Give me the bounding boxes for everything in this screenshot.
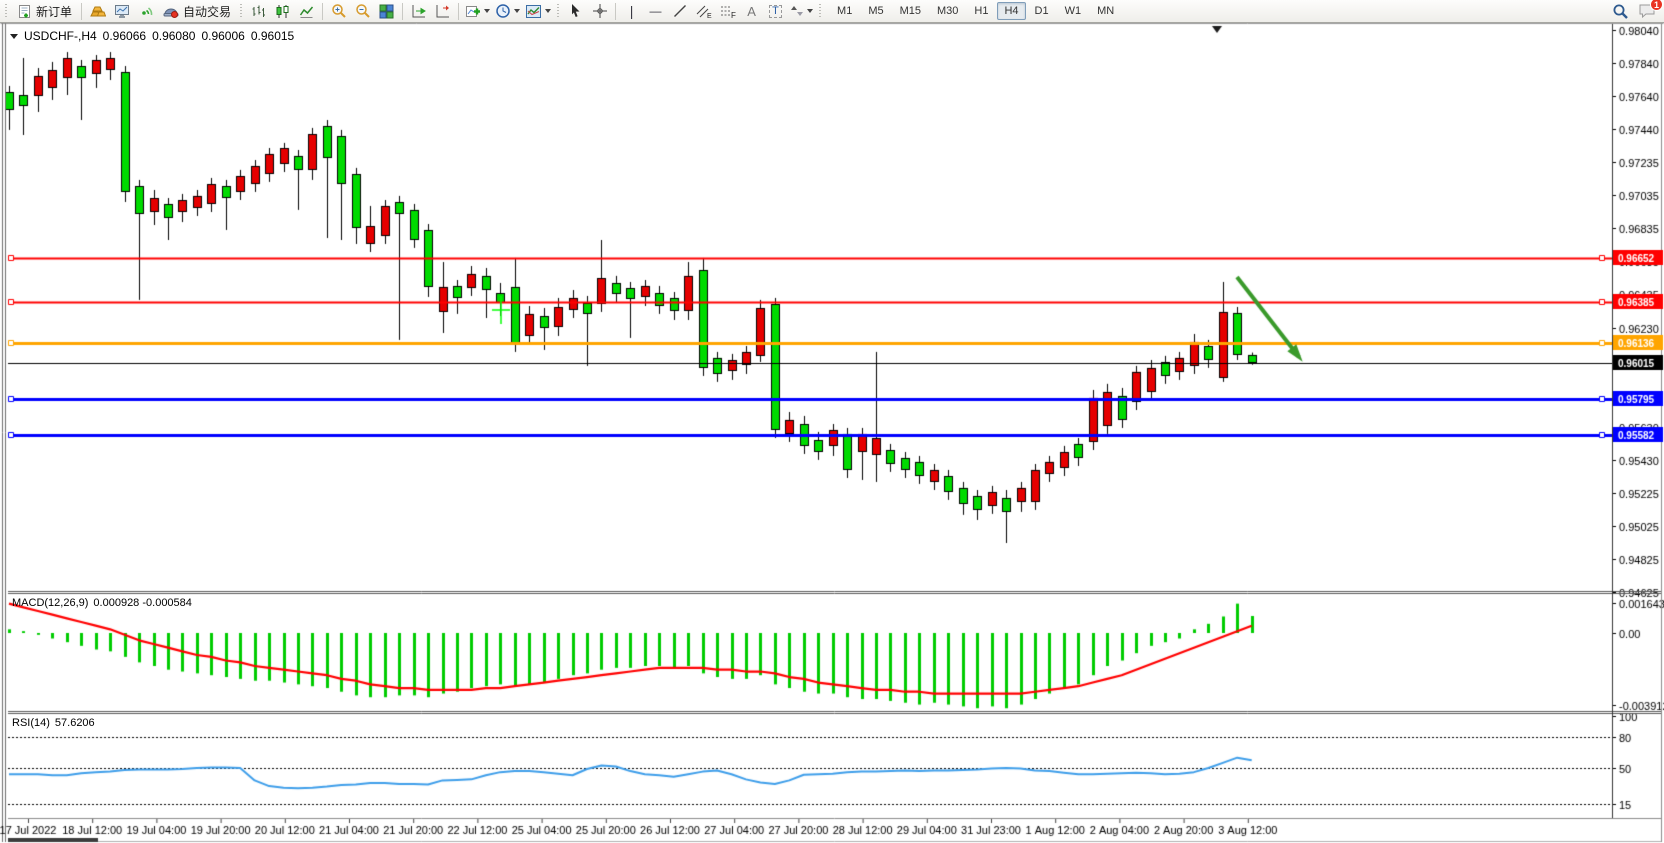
chart-line-button[interactable]: [295, 1, 318, 21]
periods-button[interactable]: [493, 1, 522, 21]
chevron-down-icon: [807, 9, 813, 13]
vertical-line-button[interactable]: |: [620, 1, 643, 21]
tab-timeframe-d1[interactable]: D1: [1028, 2, 1056, 20]
new-order-label: 新订单: [36, 3, 72, 20]
rsi-indicator-label: RSI(14) 57.6206: [12, 717, 95, 729]
fibonacci-icon: F: [720, 4, 736, 19]
separator: [322, 3, 323, 20]
trendline-icon: [673, 4, 687, 18]
chart-canvas[interactable]: [0, 0, 1664, 843]
zoom-out-icon: [355, 3, 371, 19]
arrows-icon: [790, 4, 804, 18]
text-icon: A: [747, 5, 756, 18]
toolbar: 新订单 自动交易: [0, 0, 1664, 23]
tile-windows-icon: [379, 4, 394, 19]
monitor-icon: [114, 4, 130, 19]
tab-timeframe-mn[interactable]: MN: [1090, 2, 1121, 20]
separator: [458, 3, 459, 20]
bar-chart-icon: [251, 4, 266, 19]
horizontal-line-button[interactable]: —: [644, 1, 667, 21]
signals-button[interactable]: [134, 1, 157, 21]
clock-icon: [495, 3, 511, 19]
tab-timeframe-m30[interactable]: M30: [930, 2, 965, 20]
chevron-down-icon: [545, 9, 551, 13]
ohlc-close: 0.96015: [251, 29, 294, 43]
toolbar-right-group: 1: [1609, 1, 1662, 21]
equidistant-channel-button[interactable]: E: [692, 1, 715, 21]
auto-trading-label: 自动交易: [183, 3, 231, 20]
virtual-hosting-button[interactable]: [110, 1, 133, 21]
template-icon: [525, 4, 542, 19]
auto-trading-button[interactable]: 自动交易: [158, 1, 236, 21]
rsi-name: RSI(14): [12, 717, 50, 729]
fibonacci-button[interactable]: F: [716, 1, 739, 21]
ohlc-low: 0.96006: [201, 29, 244, 43]
tab-timeframe-w1[interactable]: W1: [1058, 2, 1089, 20]
auto-scroll-icon: [411, 4, 427, 19]
zoom-in-button[interactable]: [327, 1, 350, 21]
timeframe-group: M1M5M15M30H1H4D1W1MN: [830, 2, 1121, 20]
chart-title: USDCHF-,H4 0.96066 0.96080 0.96006 0.960…: [10, 29, 294, 43]
line-chart-icon: [299, 4, 314, 19]
notification-badge: 1: [1650, 0, 1663, 11]
new-order-icon: [17, 4, 32, 19]
separator: [402, 3, 403, 20]
tab-timeframe-h1[interactable]: H1: [967, 2, 995, 20]
separator: [615, 3, 616, 20]
indicator-add-icon: [465, 4, 481, 19]
rsi-value: 57.6206: [55, 717, 95, 729]
ohlc-open: 0.96066: [103, 29, 146, 43]
macd-indicator-label: MACD(12,26,9) 0.000928 -0.000584: [12, 597, 192, 609]
chevron-down-icon: [514, 9, 520, 13]
macd-values: 0.000928 -0.000584: [93, 597, 191, 609]
signal-icon: [138, 4, 154, 19]
auto-scroll-button[interactable]: [407, 1, 430, 21]
toolbar-grip: [4, 4, 9, 19]
zoom-in-icon: [331, 3, 347, 19]
arrows-button[interactable]: [788, 1, 815, 21]
tab-timeframe-m1[interactable]: M1: [830, 2, 859, 20]
search-icon: [1612, 3, 1629, 20]
separator: [81, 3, 82, 20]
chart-symbol-period: USDCHF-,H4: [24, 29, 97, 43]
toolbar-grip: [556, 4, 561, 19]
vertical-line-icon: |: [630, 4, 634, 18]
tab-timeframe-m5[interactable]: M5: [861, 2, 890, 20]
tile-windows-button[interactable]: [375, 1, 398, 21]
toolbar-grip: [818, 4, 823, 19]
zoom-out-button[interactable]: [351, 1, 374, 21]
crosshair-button[interactable]: [588, 1, 611, 21]
crosshair-icon: [592, 3, 608, 19]
deposit-gold-button[interactable]: [86, 1, 109, 21]
cursor-button[interactable]: [564, 1, 587, 21]
trendline-button[interactable]: [668, 1, 691, 21]
new-order-button[interactable]: 新订单: [12, 1, 77, 21]
templates-button[interactable]: [523, 1, 553, 21]
ohlc-high: 0.96080: [152, 29, 195, 43]
text-label-button[interactable]: T: [764, 1, 787, 21]
channel-icon: E: [696, 4, 712, 19]
search-button[interactable]: [1609, 1, 1632, 21]
chart-candles-button[interactable]: [271, 1, 294, 21]
chart-shift-button[interactable]: [431, 1, 454, 21]
text-button[interactable]: A: [740, 1, 763, 21]
svg-text:F: F: [731, 11, 736, 19]
candle-chart-icon: [275, 4, 290, 19]
tab-timeframe-h4[interactable]: H4: [997, 2, 1025, 20]
horizontal-line-icon: —: [650, 5, 662, 17]
chart-bars-button[interactable]: [247, 1, 270, 21]
auto-trading-icon: [163, 4, 179, 19]
tab-timeframe-m15[interactable]: M15: [893, 2, 928, 20]
text-label-icon: T: [769, 5, 782, 18]
chevron-down-icon: [484, 9, 490, 13]
notifications-button[interactable]: 1: [1638, 3, 1656, 19]
macd-name: MACD(12,26,9): [12, 597, 88, 609]
indicators-button[interactable]: [463, 1, 492, 21]
cursor-icon: [568, 3, 583, 19]
gold-ingot-icon: [90, 4, 106, 19]
toolbar-grip: [239, 4, 244, 19]
collapse-arrow-icon[interactable]: [10, 34, 18, 39]
svg-text:E: E: [707, 13, 712, 19]
chart-shift-icon: [435, 4, 451, 19]
